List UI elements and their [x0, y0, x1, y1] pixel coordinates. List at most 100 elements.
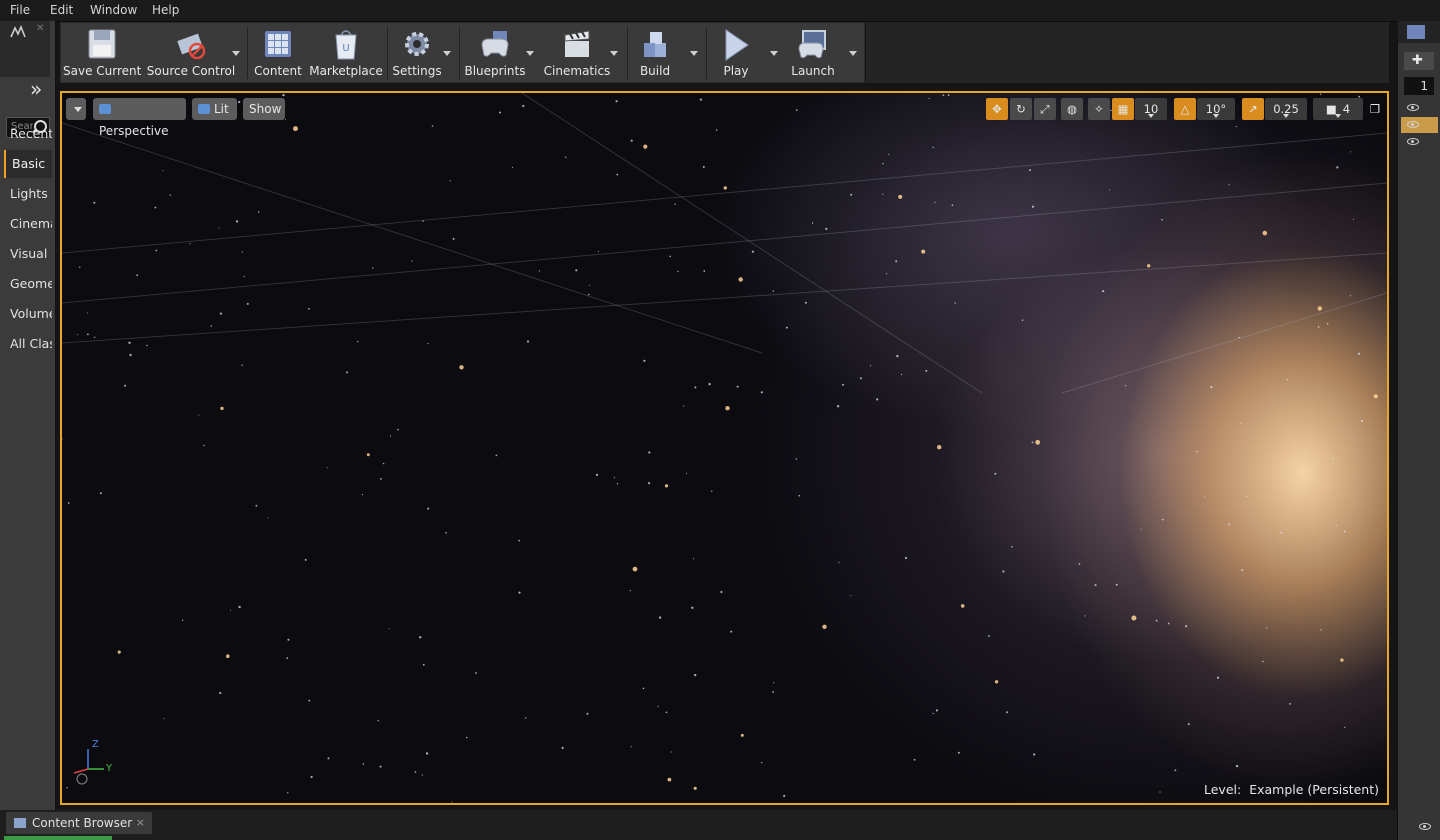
axis-y-label: Y: [106, 763, 113, 774]
view-options-eye-icon[interactable]: [1419, 823, 1431, 830]
category-cinematic[interactable]: Cinematic: [4, 210, 52, 238]
blueprints-button[interactable]: Blueprints: [461, 23, 529, 82]
star: [379, 765, 382, 768]
star: [683, 405, 685, 407]
star: [804, 301, 807, 304]
outliner-row-selected[interactable]: [1401, 117, 1438, 133]
star: [730, 630, 733, 633]
world-local-toggle[interactable]: ◍: [1061, 98, 1083, 120]
star: [667, 777, 672, 782]
category-volumes[interactable]: Volumes: [4, 300, 52, 328]
launch-button[interactable]: Launch: [783, 23, 843, 82]
maximize-viewport-button[interactable]: ❐: [1366, 98, 1384, 120]
star: [346, 371, 349, 374]
star: [772, 290, 774, 292]
build-button[interactable]: Build: [629, 23, 681, 82]
star: [1094, 584, 1097, 587]
content-browser-tab[interactable]: Content Browser ×: [6, 812, 152, 834]
level-viewport[interactable]: Perspective Lit Show ✥ ↻ ⤢ ◍ ✧ ▦ 10 △ 10…: [60, 91, 1389, 805]
visibility-eye-icon[interactable]: [1407, 121, 1419, 128]
star: [1174, 769, 1177, 772]
grid-snap-value[interactable]: 10: [1135, 98, 1167, 120]
close-icon[interactable]: ×: [136, 812, 145, 834]
star: [1317, 306, 1323, 311]
menu-window[interactable]: Window: [90, 3, 137, 17]
axis-indicator: Z Y: [68, 739, 118, 789]
floppy-disk-icon: [86, 27, 118, 61]
viewport-scene: [62, 93, 1387, 803]
cinematics-dropdown-icon[interactable]: [610, 51, 618, 56]
star: [198, 414, 200, 416]
category-basic[interactable]: Basic: [4, 150, 52, 178]
scale-mode-button[interactable]: ⤢: [1034, 98, 1056, 120]
marketplace-button[interactable]: U Marketplace: [309, 23, 383, 82]
close-icon[interactable]: ✕: [36, 23, 44, 34]
star: [361, 494, 363, 496]
expand-chevron-icon[interactable]: »: [30, 79, 42, 99]
star: [1124, 385, 1127, 387]
create-folder-button[interactable]: ✚: [1404, 52, 1434, 70]
lit-button[interactable]: Lit: [192, 98, 237, 120]
outliner-row[interactable]: [1401, 100, 1438, 116]
star: [308, 308, 310, 310]
grid-snap-toggle[interactable]: ▦: [1112, 98, 1134, 120]
settings-dropdown-icon[interactable]: [443, 51, 451, 56]
settings-button[interactable]: Settings: [389, 23, 445, 82]
category-recently-placed[interactable]: Recently Placed: [4, 120, 52, 148]
menu-edit[interactable]: Edit: [50, 3, 73, 17]
category-lights[interactable]: Lights: [4, 180, 52, 208]
content-browser-icon: [14, 818, 26, 828]
source-control-dropdown-icon[interactable]: [232, 51, 240, 56]
play-dropdown-icon[interactable]: [770, 51, 778, 56]
star: [935, 709, 939, 712]
surface-snap-button[interactable]: ✧: [1088, 98, 1110, 120]
play-icon: [720, 27, 752, 61]
outliner-tab[interactable]: [1398, 21, 1440, 43]
perspective-button[interactable]: Perspective: [93, 98, 186, 138]
star: [1210, 386, 1213, 389]
translate-mode-button[interactable]: ✥: [986, 98, 1008, 120]
star: [129, 353, 132, 357]
category-all-classes[interactable]: All Classes: [4, 330, 52, 358]
build-dropdown-icon[interactable]: [690, 51, 698, 56]
rotation-snap-value[interactable]: 10°: [1197, 98, 1235, 120]
angle-icon: △: [1180, 102, 1190, 116]
star: [960, 604, 965, 608]
modes-tab[interactable]: ✕: [0, 21, 50, 77]
star: [1326, 322, 1329, 325]
view-options-button[interactable]: [1401, 819, 1438, 835]
visibility-eye-icon[interactable]: [1407, 104, 1419, 111]
content-grid-icon: [262, 27, 294, 61]
scale-snap-toggle[interactable]: ↗: [1242, 98, 1264, 120]
star: [87, 333, 89, 336]
category-geometry[interactable]: Geometry: [4, 270, 52, 298]
star: [632, 566, 638, 572]
blueprints-dropdown-icon[interactable]: [526, 51, 534, 56]
play-button[interactable]: Play: [708, 23, 764, 82]
star: [708, 382, 711, 386]
star: [588, 284, 590, 286]
layer-index[interactable]: 1: [1404, 77, 1434, 95]
show-button[interactable]: Show: [243, 98, 285, 120]
scale-icon: ⤢: [1040, 102, 1050, 116]
launch-dropdown-icon[interactable]: [849, 51, 857, 56]
category-visual-effects[interactable]: Visual Effects: [4, 240, 52, 268]
star: [380, 478, 382, 480]
scale-snap-value[interactable]: 0.25: [1265, 98, 1307, 120]
menu-help[interactable]: Help: [152, 3, 179, 17]
rotate-mode-button[interactable]: ↻: [1010, 98, 1032, 120]
rotation-snap-toggle[interactable]: △: [1174, 98, 1196, 120]
menu-file[interactable]: File: [10, 3, 30, 17]
star: [643, 144, 648, 149]
save-current-button[interactable]: Save Current: [63, 23, 141, 82]
viewport-options-button[interactable]: [66, 98, 86, 120]
camera-speed-button[interactable]: ■ 4: [1313, 98, 1363, 120]
source-control-button[interactable]: Source Control: [143, 23, 239, 82]
star: [286, 657, 289, 659]
content-button[interactable]: Content: [249, 23, 307, 82]
star: [876, 398, 879, 401]
cinematics-button[interactable]: Cinematics: [539, 23, 615, 82]
outliner-row[interactable]: [1401, 134, 1438, 150]
visibility-eye-icon[interactable]: [1407, 138, 1419, 145]
star: [896, 354, 899, 358]
